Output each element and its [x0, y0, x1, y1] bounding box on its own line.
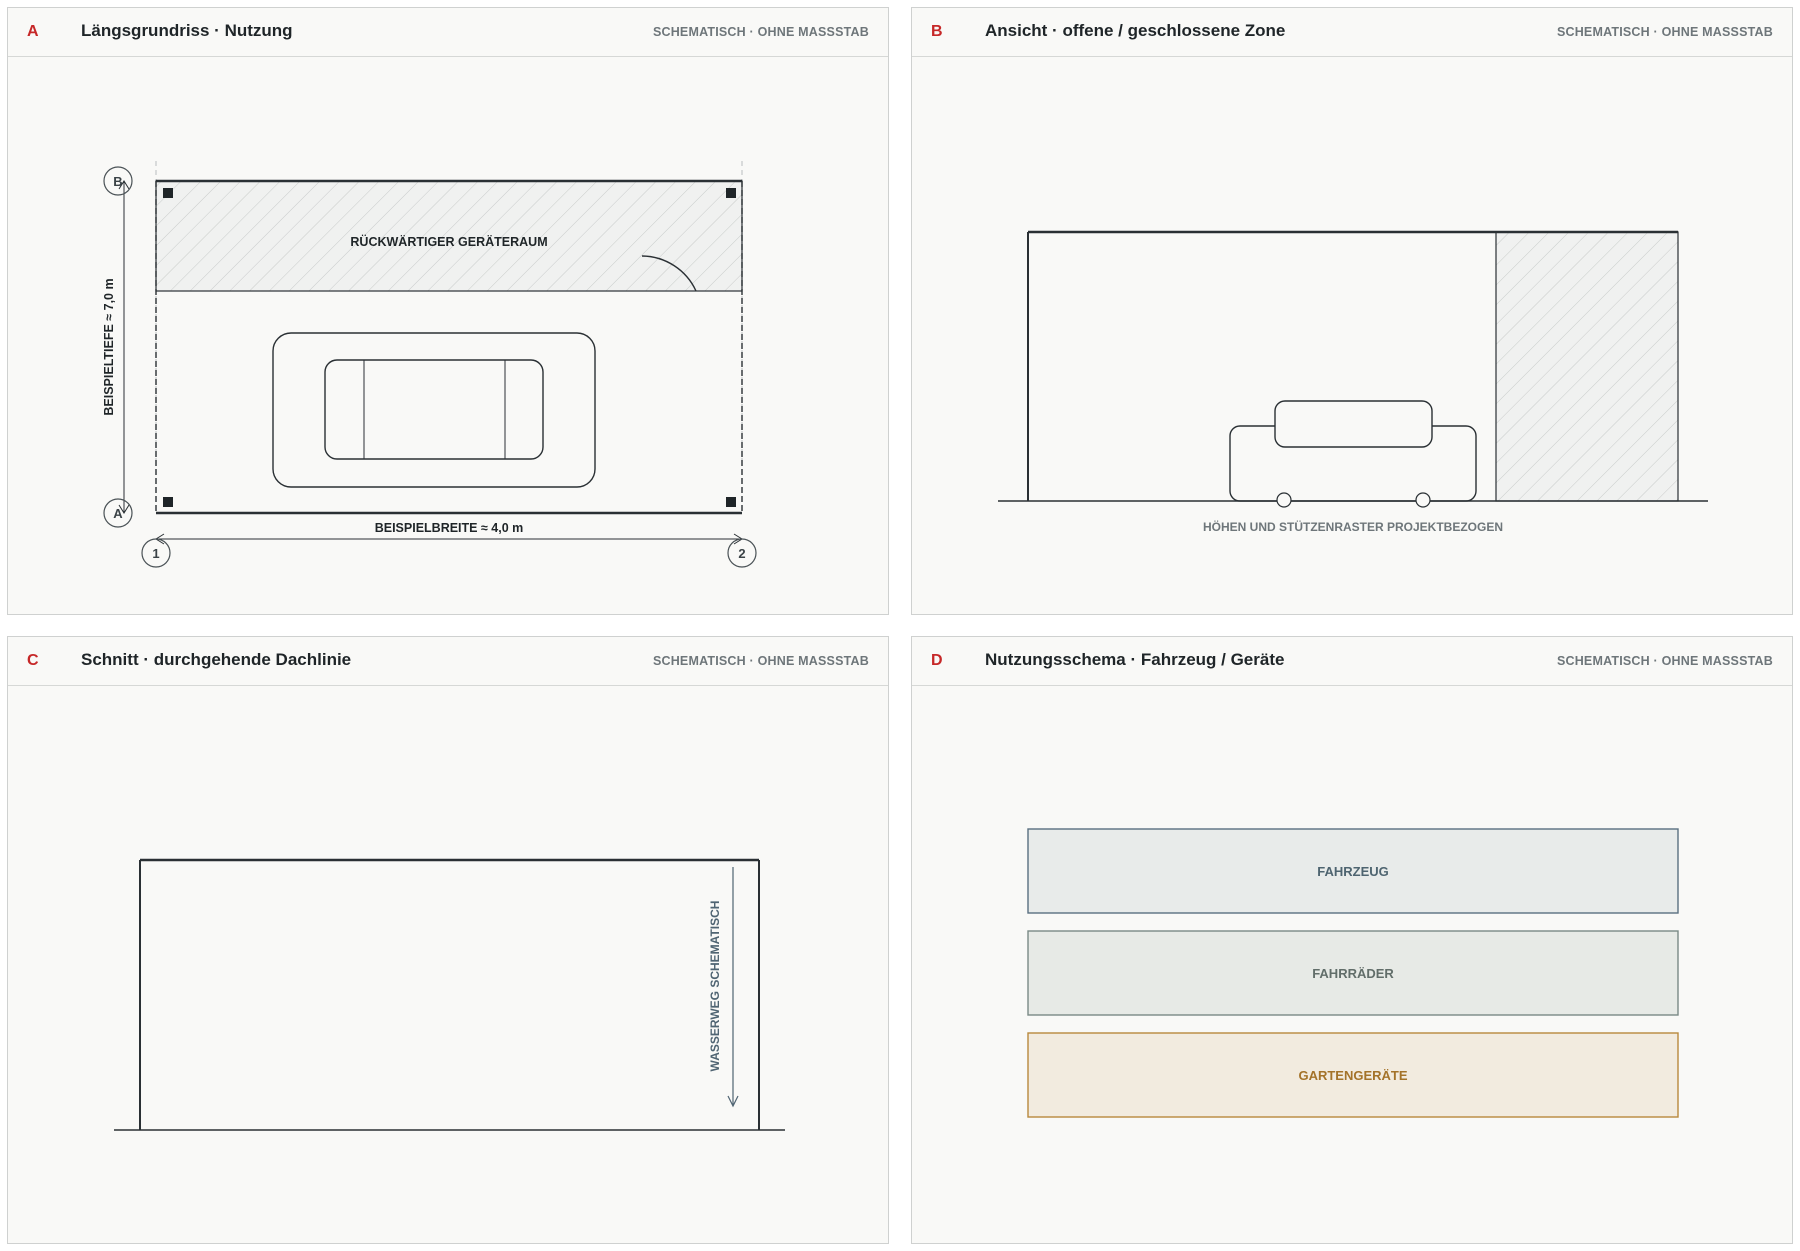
grid-label-1: 1 [152, 546, 159, 561]
panel-note: SCHEMATISCH · OHNE MASSSTAB [1556, 25, 1773, 39]
panel-usage-scheme: D Nutzungsschema · Fahrzeug / Geräte SCH… [911, 636, 1793, 1244]
car-outline [272, 332, 596, 488]
car-cabin [324, 359, 544, 460]
depth-label: BEISPIELTIEFE ≈ 7,0 m [102, 278, 116, 415]
panel-section: C Schnitt · durchgehende Dachlinie SCHEM… [7, 636, 889, 1244]
panel-letter: C [27, 652, 39, 669]
panel-letter: A [27, 23, 39, 40]
room-label: RÜCKWÄRTIGER GERÄTERAUM [350, 234, 547, 249]
column [163, 188, 173, 198]
panel-header: A Längsgrundriss · Nutzung SCHEMATISCH ·… [8, 8, 888, 57]
closed-zone [1495, 231, 1679, 502]
panel-title: Nutzungsschema · Fahrzeug / Geräte [985, 650, 1285, 669]
panel-header: B Ansicht · offene / geschlossene Zone S… [912, 8, 1792, 57]
wheel [1415, 492, 1431, 508]
wheel [1276, 492, 1292, 508]
width-label: BEISPIELBREITE ≈ 4,0 m [375, 521, 524, 535]
elevation-caption: HÖHEN UND STÜTZENRASTER PROJEKTBEZOGEN [1203, 519, 1503, 534]
zone-label: FAHRRÄDER [1312, 966, 1394, 981]
panel-header: D Nutzungsschema · Fahrzeug / Geräte SCH… [912, 637, 1792, 686]
panel-elevation: B Ansicht · offene / geschlossene Zone S… [911, 7, 1793, 615]
zone-label: GARTENGERÄTE [1298, 1068, 1407, 1083]
zone-vehicle: FAHRZEUG [1027, 828, 1679, 914]
zone-label: FAHRZEUG [1317, 864, 1389, 879]
panel-letter: B [931, 23, 943, 40]
panel-note: SCHEMATISCH · OHNE MASSSTAB [652, 25, 869, 39]
panel-header: C Schnitt · durchgehende Dachlinie SCHEM… [8, 637, 888, 686]
panel-title: Ansicht · offene / geschlossene Zone [985, 21, 1286, 40]
grid-label-a: A [113, 506, 123, 521]
column [726, 497, 736, 507]
panel-letter: D [931, 652, 943, 669]
floor-plan-drawing: RÜCKWÄRTIGER GERÄTERAUM BEISPIELTIEFE ≈ … [102, 161, 757, 568]
zone-bicycles: FAHRRÄDER [1027, 930, 1679, 1016]
elevation-drawing: HÖHEN UND STÜTZENRASTER PROJEKTBEZOGEN [998, 230, 1708, 534]
panel-note: SCHEMATISCH · OHNE MASSSTAB [652, 654, 869, 668]
water-path-label: WASSERWEG SCHEMATISCH [708, 901, 722, 1072]
usage-scheme-drawing: FAHRZEUG FAHRRÄDER GARTENGERÄTE [1027, 828, 1679, 1118]
column [726, 188, 736, 198]
panel-floor-plan: A Längsgrundriss · Nutzung SCHEMATISCH ·… [7, 7, 889, 615]
panel-title: Schnitt · durchgehende Dachlinie [81, 650, 352, 669]
column [163, 497, 173, 507]
zone-garden-tools: GARTENGERÄTE [1027, 1032, 1679, 1118]
section-drawing: WASSERWEG SCHEMATISCH [114, 858, 785, 1131]
panel-title: Längsgrundriss · Nutzung [81, 21, 293, 40]
car-cabin [1274, 400, 1433, 448]
grid-label-b: B [113, 174, 122, 189]
grid-label-2: 2 [738, 546, 745, 561]
panel-note: SCHEMATISCH · OHNE MASSSTAB [1556, 654, 1773, 668]
